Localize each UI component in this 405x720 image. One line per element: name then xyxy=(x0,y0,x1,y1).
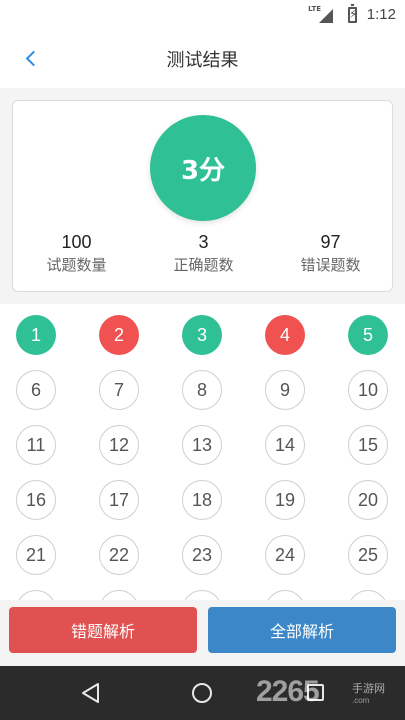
question-item-3[interactable]: 3 xyxy=(182,315,222,355)
question-item-17[interactable]: 17 xyxy=(99,480,139,520)
question-item-14[interactable]: 14 xyxy=(265,425,305,465)
question-item-partial[interactable] xyxy=(182,590,222,600)
watermark-logo: 2265 xyxy=(256,675,320,708)
question-item-19[interactable]: 19 xyxy=(265,480,305,520)
question-item-6[interactable]: 6 xyxy=(16,370,56,410)
all-analysis-button[interactable]: 全部解析 xyxy=(208,607,396,653)
question-item-11[interactable]: 11 xyxy=(16,425,56,465)
question-item-15[interactable]: 15 xyxy=(348,425,388,465)
status-bar: LTE ⚡ 1:12 xyxy=(0,0,405,30)
question-item-23[interactable]: 23 xyxy=(182,535,222,575)
question-item-partial[interactable] xyxy=(348,590,388,600)
page-title: 测试结果 xyxy=(166,50,239,71)
stat-wrong-label: 错误题数 xyxy=(300,256,361,274)
stat-correct-label: 正确题数 xyxy=(173,256,234,274)
score-value: 3分 xyxy=(180,155,226,186)
question-item-22[interactable]: 22 xyxy=(99,535,139,575)
stat-wrong: 97 错误题数 xyxy=(267,231,394,275)
question-item-partial[interactable] xyxy=(265,590,305,600)
stat-total-label: 试题数量 xyxy=(46,256,107,274)
watermark-url: .com xyxy=(352,696,370,705)
stat-correct: 3 正确题数 xyxy=(140,231,267,275)
battery-icon: ⚡ xyxy=(348,4,358,23)
question-item-10[interactable]: 10 xyxy=(348,370,388,410)
question-item-13[interactable]: 13 xyxy=(182,425,222,465)
question-item-partial[interactable] xyxy=(16,590,56,600)
question-item-9[interactable]: 9 xyxy=(265,370,305,410)
action-bar: 错题解析 全部解析 xyxy=(0,600,405,666)
stat-correct-value: 3 xyxy=(198,232,209,252)
question-item-12[interactable]: 12 xyxy=(99,425,139,465)
question-item-25[interactable]: 25 xyxy=(348,535,388,575)
question-item-18[interactable]: 18 xyxy=(182,480,222,520)
wrong-analysis-button[interactable]: 错题解析 xyxy=(9,607,197,653)
stat-wrong-value: 97 xyxy=(320,232,341,252)
system-nav-bar: 2265 手游网 .com xyxy=(0,666,405,720)
question-item-2[interactable]: 2 xyxy=(99,315,139,355)
question-item-16[interactable]: 16 xyxy=(16,480,56,520)
question-item-5[interactable]: 5 xyxy=(348,315,388,355)
question-item-24[interactable]: 24 xyxy=(265,535,305,575)
question-item-partial[interactable] xyxy=(99,590,139,600)
stat-total: 100 试题数量 xyxy=(13,231,140,275)
signal-icon xyxy=(319,9,333,23)
question-item-7[interactable]: 7 xyxy=(99,370,139,410)
question-item-8[interactable]: 8 xyxy=(182,370,222,410)
question-grid: 1 2 3 4 5 6 7 8 9 10 11 12 13 14 15 16 17 18 19 20 21 22 23 24 2… xyxy=(0,304,405,600)
result-card: 3分 100 试题数量 3 正确题数 97 错误题数 xyxy=(12,100,393,292)
question-item-1[interactable]: 1 xyxy=(16,315,56,355)
watermark-sub: 手游网 xyxy=(352,682,385,695)
nav-back-icon[interactable] xyxy=(80,682,102,704)
clock: 1:12 xyxy=(366,6,396,23)
question-item-4[interactable]: 4 xyxy=(265,315,305,355)
nav-home-icon[interactable] xyxy=(192,683,212,703)
score-circle: 3分 xyxy=(150,115,256,221)
stat-total-value: 100 xyxy=(61,232,92,252)
question-item-21[interactable]: 21 xyxy=(16,535,56,575)
app-header: 测试结果 xyxy=(0,30,405,88)
question-item-20[interactable]: 20 xyxy=(348,480,388,520)
